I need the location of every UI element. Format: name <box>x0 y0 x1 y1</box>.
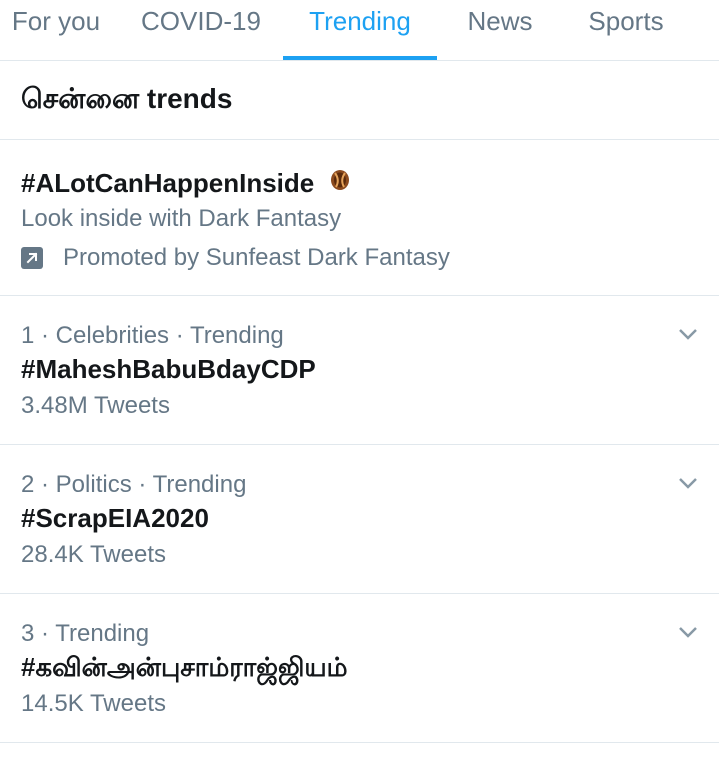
promoted-description: Look inside with Dark Fantasy <box>21 205 342 233</box>
trend-hashtag: #MaheshBabuBdayCDP <box>21 354 316 384</box>
chevron-down-icon[interactable] <box>677 472 699 494</box>
promoted-hashtag: #ALotCanHappenInside <box>21 168 315 198</box>
trend-item-1[interactable]: 1 · Celebrities · Trending #MaheshBabuBd… <box>0 296 719 445</box>
trend-tweet-count: 14.5K Tweets <box>21 690 166 717</box>
tab-trending-label: Trending <box>309 6 411 36</box>
trend-meta: 3 · Trending <box>21 620 150 647</box>
promoted-arrow-icon <box>21 247 43 270</box>
trend-tweet-count: 28.4K Tweets <box>21 541 166 568</box>
trend-item-3[interactable]: 3 · Trending #கவின்அன்புசாம்ராஜ்ஜியம் 14… <box>0 594 719 743</box>
trend-hashtag: #கவின்அன்புசாம்ராஜ்ஜியம் <box>21 652 348 682</box>
location-header: சென்னை trends <box>0 61 719 140</box>
trend-item-2[interactable]: 2 · Politics · Trending #ScrapEIA2020 28… <box>0 445 719 594</box>
promoted-trend[interactable]: #ALotCanHappenInside Look inside with Da… <box>0 140 719 296</box>
tab-bar: For you COVID-19 Trending News Sports <box>0 0 719 61</box>
trend-tweet-count: 3.48M Tweets <box>21 392 170 419</box>
cookie-emoji-icon <box>329 166 351 200</box>
chevron-down-icon[interactable] <box>677 323 699 345</box>
location-title: சென்னை trends <box>21 83 233 114</box>
tab-for-you[interactable]: For you <box>0 0 112 60</box>
active-tab-indicator <box>283 56 437 60</box>
trend-meta: 1 · Celebrities · Trending <box>21 322 284 349</box>
trend-hashtag: #ScrapEIA2020 <box>21 503 209 533</box>
tab-sports[interactable]: Sports <box>578 0 674 60</box>
promoted-by-label: Promoted by Sunfeast Dark Fantasy <box>63 244 450 272</box>
trend-meta: 2 · Politics · Trending <box>21 471 247 498</box>
tab-covid-19[interactable]: COVID-19 <box>132 0 270 60</box>
promoted-hashtag-row: #ALotCanHappenInside <box>21 166 719 200</box>
tab-trending[interactable]: Trending <box>283 0 437 60</box>
tab-news[interactable]: News <box>460 0 540 60</box>
chevron-down-icon[interactable] <box>677 621 699 643</box>
promoted-by-row: Promoted by Sunfeast Dark Fantasy <box>21 244 719 272</box>
